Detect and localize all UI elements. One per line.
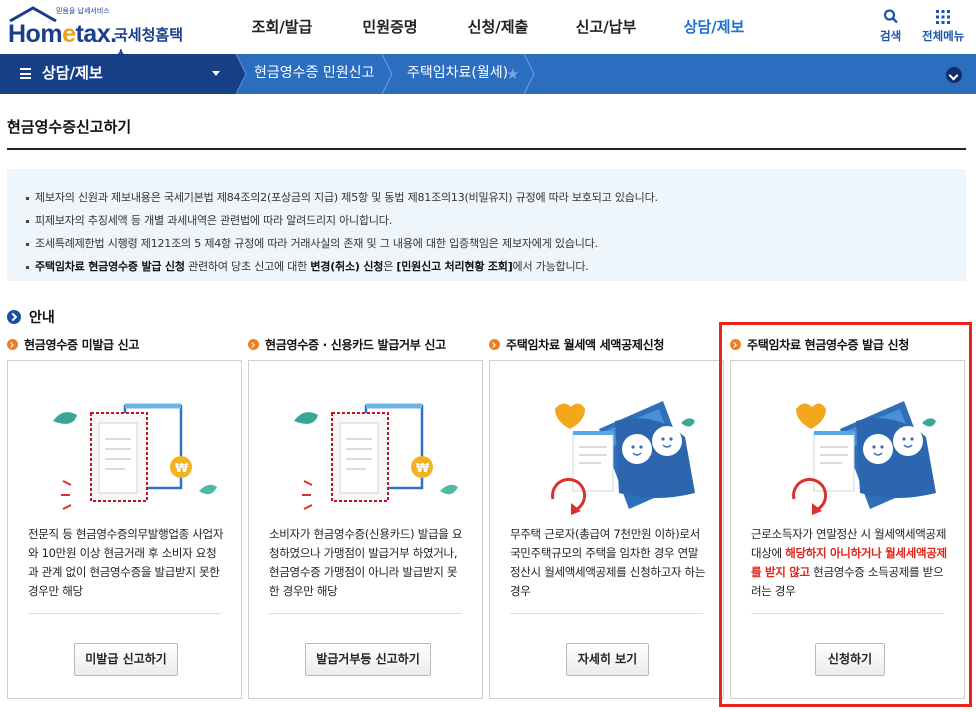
notice-text: 에서 가능합니다.: [512, 260, 589, 273]
breadcrumb-separator: [381, 54, 393, 94]
title-divider: [7, 148, 966, 150]
search-button[interactable]: 검색: [880, 8, 901, 44]
breadcrumb-rent[interactable]: 주택임차료(월세): [407, 54, 508, 92]
highlight-frame: [719, 322, 972, 707]
caret-down-icon: [212, 71, 220, 76]
report-refusal-button[interactable]: 발급거부등 신고하기: [305, 643, 431, 676]
receipt-illustration-icon: ₩: [294, 403, 458, 510]
main-nav: 조회/발급 민원증명 신청/제출 신고/납부 상담/제보: [228, 0, 768, 54]
card-divider: [510, 613, 703, 614]
breadcrumb-separator: [523, 54, 535, 94]
location-bar: 상담/제보 현금영수증 민원신고 주택임차료(월세) ★: [0, 54, 976, 94]
receipt-illustration-icon: ₩: [53, 403, 217, 510]
all-menu-button[interactable]: 전체메뉴: [922, 8, 964, 44]
svg-text:₩: ₩: [416, 461, 430, 475]
hometax-logo[interactable]: 믿음을 납세서비스 Hometax. 국세청홈택스: [6, 6, 196, 65]
all-menu-label: 전체메뉴: [922, 29, 965, 43]
guide-heading: 안내: [7, 307, 55, 327]
view-details-button[interactable]: 자세히 보기: [566, 643, 649, 676]
top-header: 믿음을 납세서비스 Hometax. 국세청홈택스 조회/발급 민원증명 신청/…: [0, 0, 976, 65]
section-dropdown[interactable]: 상담/제보: [0, 54, 236, 94]
notice-text: 관련하여 당초 신고에 대한: [184, 260, 311, 273]
hamburger-icon: [20, 68, 31, 79]
card-unissued-report: ₩ 전문직 등 현금영수증의무발행업종 사업자와 10만원 이상 현금거래 후 …: [7, 360, 242, 699]
nav-item-inquiry[interactable]: 조회/발급: [228, 0, 336, 54]
card-refusal-report: ₩ 소비자가 현금영수증(신용카드) 발급을 요청하였으나 가맹점이 발급거부 …: [248, 360, 483, 699]
search-icon: [883, 9, 898, 24]
svg-text:₩: ₩: [175, 461, 189, 475]
card-title: 주택임차료 월세액 세액공제신청: [489, 336, 664, 353]
favorite-star-icon[interactable]: ★: [506, 65, 519, 83]
notice-item: 제보자의 신원과 제보내용은 국세기본법 제84조의2(포상금의 지급) 제5항…: [25, 186, 658, 209]
report-unissued-button[interactable]: 미발급 신고하기: [74, 643, 178, 676]
card-description: 무주택 근로자(총급여 7천만원 이하)로서 국민주택규모의 주택을 임차한 경…: [510, 527, 706, 598]
card-divider: [28, 613, 221, 614]
card-description: 소비자가 현금영수증(신용카드) 발급을 요청하였으나 가맹점이 발급거부 하였…: [269, 527, 463, 598]
nav-item-consult[interactable]: 상담/제보: [660, 0, 768, 54]
notice-bold: [민원신고 처리현황 조회]: [396, 260, 513, 273]
card-title: 현금영수증 미발급 신고: [7, 336, 139, 353]
section-label: 상담/제보: [42, 64, 103, 82]
house-rent-illustration-icon: [551, 401, 695, 515]
nav-item-apply[interactable]: 신청/제출: [444, 0, 552, 54]
arrow-circle-icon: [7, 310, 21, 324]
notice-item: 주택임차료 현금영수증 발급 신청 관련하여 당초 신고에 대한 변경(취소) …: [25, 255, 658, 278]
card-rent-deduction: 무주택 근로자(총급여 7천만원 이하)로서 국민주택규모의 주택을 임차한 경…: [489, 360, 724, 699]
card-divider: [269, 613, 462, 614]
logo-wordmark: Hometax.: [8, 20, 117, 48]
notice-box: 제보자의 신원과 제보내용은 국세기본법 제84조의2(포상금의 지급) 제5항…: [7, 169, 966, 281]
card-description: 전문직 등 현금영수증의무발행업종 사업자와 10만원 이상 현금거래 후 소비…: [28, 527, 224, 598]
card-title: 현금영수증 · 신용카드 발급거부 신고: [248, 336, 446, 353]
card-title-text: 현금영수증 미발급 신고: [24, 338, 140, 352]
orange-arrow-icon: [7, 339, 18, 350]
notice-item: 조세특례제한법 시행령 제121조의 5 제4항 규정에 따라 거래사실의 존재…: [25, 232, 658, 255]
nav-item-certificates[interactable]: 민원증명: [336, 0, 444, 54]
notice-bold: 주택임차료 현금영수증 발급 신청: [35, 260, 185, 273]
card-title-text: 현금영수증 · 신용카드 발급거부 신고: [265, 338, 446, 352]
notice-bold: 변경(취소) 신청: [310, 260, 384, 273]
notice-text: 은: [383, 260, 397, 273]
notice-list: 제보자의 신원과 제보내용은 국세기본법 제84조의2(포상금의 지급) 제5항…: [25, 186, 658, 278]
nav-item-report-pay[interactable]: 신고/납부: [552, 0, 660, 54]
card-title-text: 주택임차료 월세액 세액공제신청: [506, 338, 665, 352]
breadcrumb-separator: [234, 54, 247, 94]
grid-menu-icon: [936, 10, 951, 24]
chevron-down-circle-icon[interactable]: [946, 67, 962, 83]
guide-label: 안내: [29, 310, 55, 326]
notice-item: 피제보자의 추징세액 등 개별 과세내역은 관련법에 따라 알려드리지 아니합니…: [25, 209, 658, 232]
logo-tagline: 믿음을 납세서비스: [56, 7, 110, 15]
breadcrumb-cash-receipt[interactable]: 현금영수증 민원신고: [254, 54, 374, 92]
orange-arrow-icon: [489, 339, 500, 350]
orange-arrow-icon: [248, 339, 259, 350]
search-label: 검색: [880, 29, 902, 43]
page-title: 현금영수증신고하기: [7, 118, 132, 136]
